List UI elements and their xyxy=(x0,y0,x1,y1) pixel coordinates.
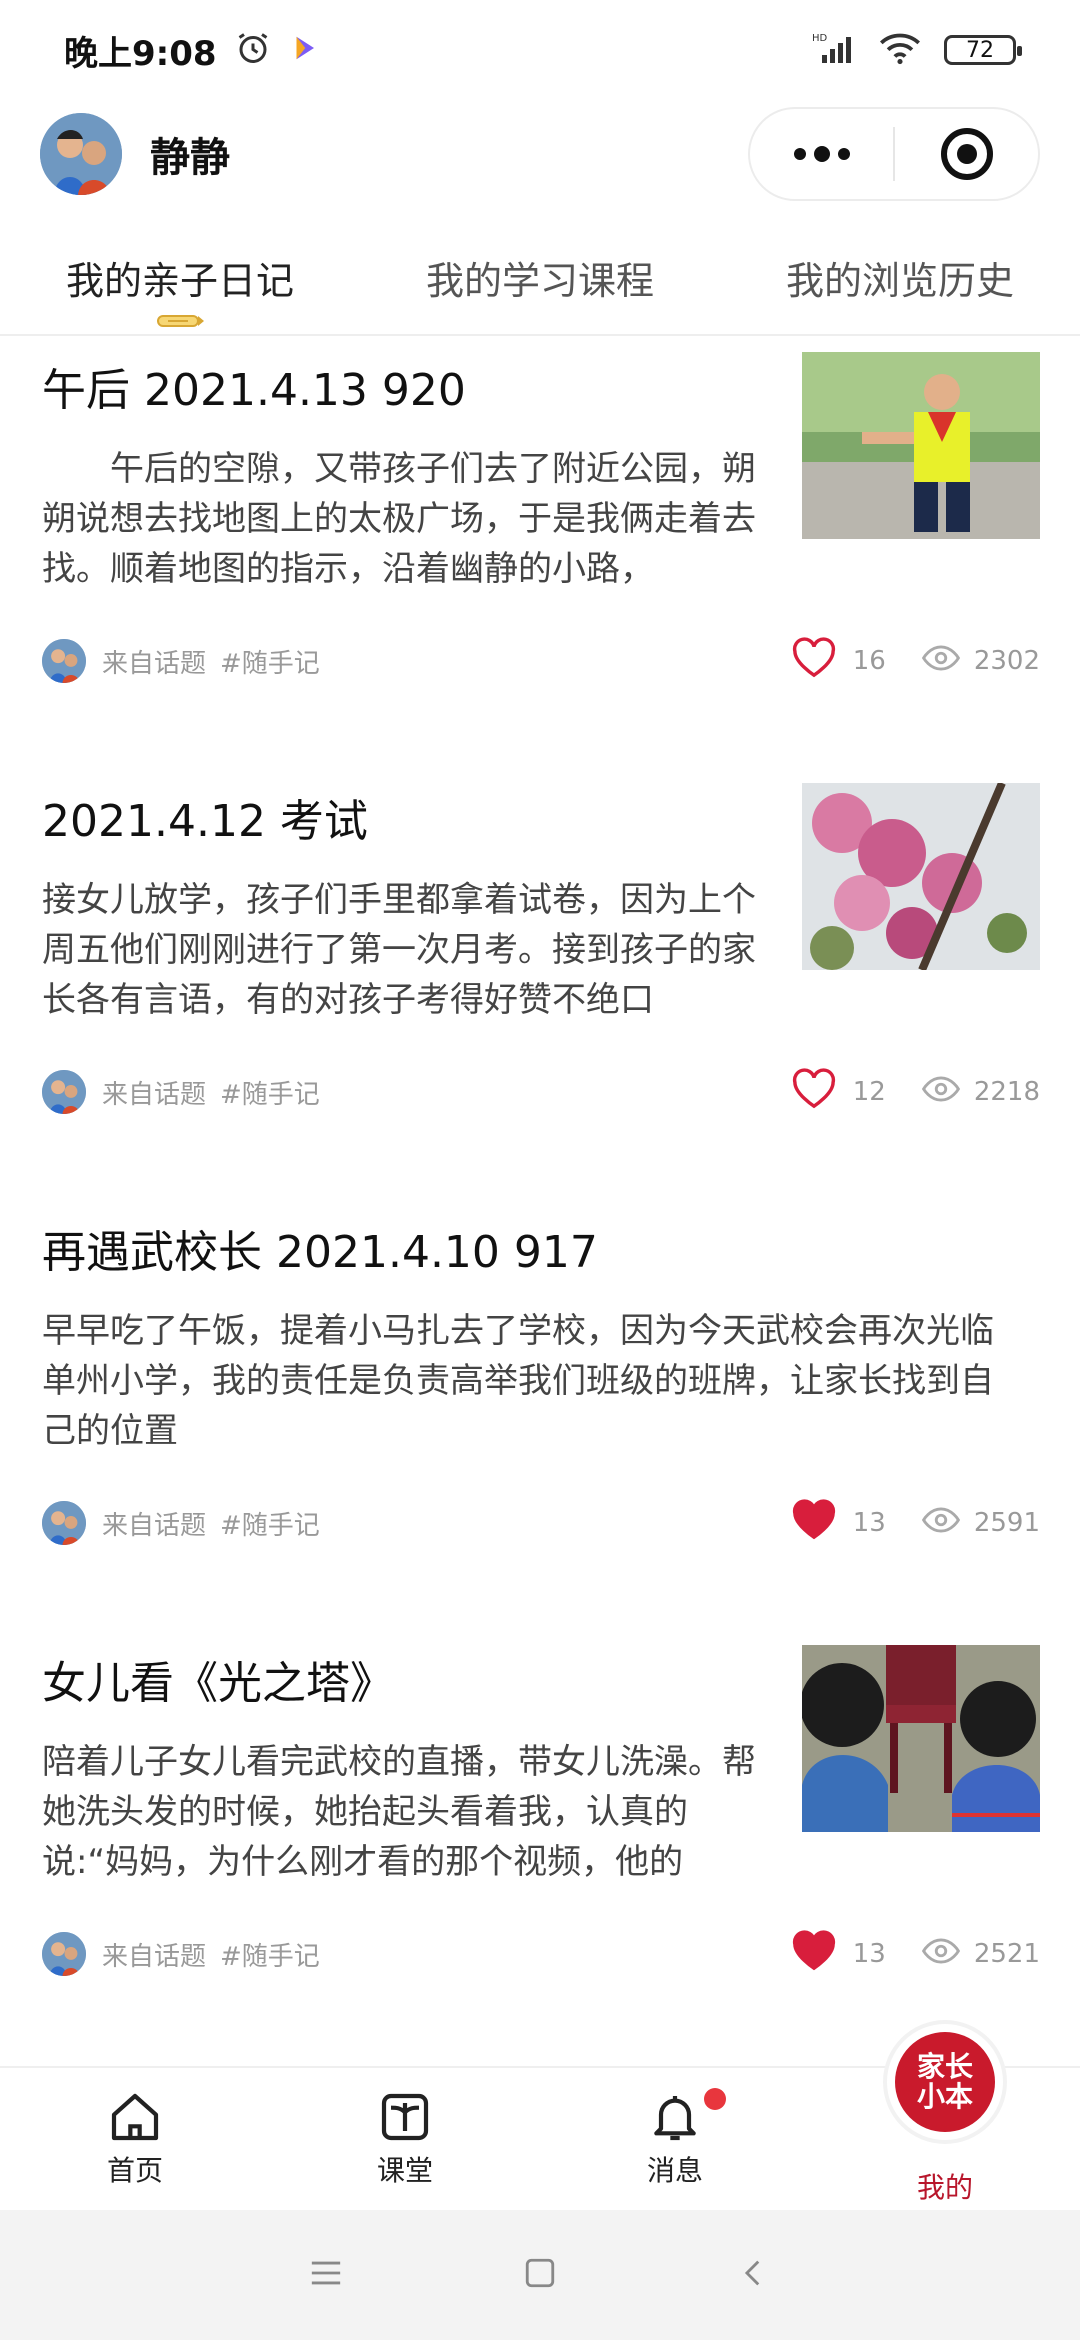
diary-feed[interactable]: 午后 2021.4.13 920 午后的空隙，又带孩子们去了附近公园，朔朔说想去… xyxy=(0,336,1080,2066)
author-avatar xyxy=(42,1932,86,1976)
post-meta: 来自话题 #随手记 13 2521 xyxy=(42,1929,1040,1979)
like-count: 12 xyxy=(852,1077,886,1107)
heart-filled-icon[interactable] xyxy=(791,1498,837,1548)
post-title[interactable]: 2021.4.12 考试 xyxy=(42,785,762,849)
mini-program-capsule xyxy=(748,107,1040,201)
close-mini-program-button[interactable] xyxy=(895,109,1038,199)
tab-browse-history[interactable]: 我的浏览历史 xyxy=(720,230,1080,334)
nav-messages[interactable]: 消息 xyxy=(540,2068,810,2210)
battery-level: 72 xyxy=(966,37,994,63)
eye-icon xyxy=(921,1075,960,1109)
nav-home[interactable]: 首页 xyxy=(0,2068,270,2210)
post-source: 来自话题 xyxy=(102,1941,207,1972)
pencil-underline-icon xyxy=(157,315,204,327)
menu-icon[interactable] xyxy=(309,2258,343,2292)
brand-logo: 家长 小本 xyxy=(887,2024,1003,2140)
view-count: 2302 xyxy=(973,646,1040,676)
like-count: 16 xyxy=(852,646,886,676)
tab-parenting-diary[interactable]: 我的亲子日记 xyxy=(0,230,360,334)
post-thumbnail[interactable] xyxy=(802,352,1040,539)
view-count: 2521 xyxy=(973,1939,1040,1969)
eye-icon xyxy=(921,1506,960,1540)
eye-icon xyxy=(921,1937,960,1971)
brand-text: 小本 xyxy=(916,2080,973,2113)
username: 静静 xyxy=(150,135,230,181)
bottom-nav: 首页 课堂 消息 家长 小本 我的 xyxy=(0,2024,1080,2210)
post-thumbnail[interactable] xyxy=(802,783,1040,970)
heart-outline-icon[interactable] xyxy=(791,636,837,686)
wifi-icon xyxy=(878,31,922,69)
battery-indicator: 72 xyxy=(944,35,1022,65)
diary-post[interactable]: 女儿看《光之塔》 陪着儿子女儿看完武校的直播，带女儿洗澡。帮她洗头发的时候，她抬… xyxy=(0,1629,1080,2060)
author-avatar xyxy=(42,1501,86,1545)
nav-label: 我的 xyxy=(916,2171,973,2204)
post-source: 来自话题 xyxy=(102,648,207,679)
author-avatar xyxy=(42,1070,86,1114)
nav-label: 课堂 xyxy=(376,2154,433,2187)
tab-label: 我的浏览历史 xyxy=(785,259,1014,303)
view-count: 2218 xyxy=(973,1077,1040,1107)
eye-icon xyxy=(921,644,960,678)
post-title[interactable]: 午后 2021.4.13 920 xyxy=(42,354,762,418)
bell-icon xyxy=(654,2096,696,2141)
avatar[interactable] xyxy=(40,113,122,195)
topic-tag[interactable]: #随手记 xyxy=(220,1074,320,1111)
like-count: 13 xyxy=(852,1508,886,1538)
heart-outline-icon[interactable] xyxy=(791,1067,837,1117)
target-close-icon xyxy=(940,128,993,180)
home-square-icon[interactable] xyxy=(523,2256,557,2294)
post-thumbnail[interactable] xyxy=(802,1645,1040,1832)
network-type: HD xyxy=(812,33,828,44)
author-avatar xyxy=(42,639,86,683)
post-excerpt: 午后的空隙，又带孩子们去了附近公园，朔朔说想去找地图上的太极广场，于是我俩走着去… xyxy=(42,449,756,589)
notification-badge xyxy=(704,2088,726,2110)
post-meta: 来自话题 #随手记 12 2218 xyxy=(42,1067,1040,1117)
system-nav-bar xyxy=(0,2210,1080,2340)
tab-label: 我的亲子日记 xyxy=(65,259,294,303)
post-meta: 来自话题 #随手记 16 2302 xyxy=(42,636,1040,686)
status-bar: 晚上9:08 HD 72 xyxy=(0,0,1080,100)
diary-post[interactable]: 2021.4.12 考试 接女儿放学，孩子们手里都拿着试卷，因为上个周五他们刚刚… xyxy=(0,767,1080,1198)
tab-learning-courses[interactable]: 我的学习课程 xyxy=(360,230,720,334)
more-dots-icon xyxy=(793,146,850,162)
post-source: 来自话题 xyxy=(102,1510,207,1541)
profile-header: 静静 xyxy=(0,100,1080,208)
nav-label: 消息 xyxy=(646,2154,703,2187)
nav-label: 首页 xyxy=(106,2154,163,2187)
diary-post[interactable]: 午后 2021.4.13 920 午后的空隙，又带孩子们去了附近公园，朔朔说想去… xyxy=(0,336,1080,767)
home-icon xyxy=(111,2093,159,2141)
diary-post[interactable]: 再遇武校长 2021.4.10 917 早早吃了午饭，提着小马扎去了学校，因为今… xyxy=(0,1198,1080,1629)
back-icon[interactable] xyxy=(737,2256,771,2294)
topic-tag[interactable]: #随手记 xyxy=(220,1505,320,1542)
post-excerpt: 早早吃了午饭，提着小马扎去了学校，因为今天武校会再次光临单州小学，我的责任是负责… xyxy=(42,1311,994,1451)
app-notification-icon xyxy=(289,33,319,67)
like-count: 13 xyxy=(852,1939,886,1969)
post-meta: 来自话题 #随手记 13 2591 xyxy=(42,1498,1040,1548)
more-button[interactable] xyxy=(750,109,893,199)
post-source: 来自话题 xyxy=(102,1079,207,1110)
signal-icon: HD xyxy=(812,31,856,69)
tab-label: 我的学习课程 xyxy=(425,259,654,303)
topic-tag[interactable]: #随手记 xyxy=(220,643,320,680)
status-time: 晚上9:08 xyxy=(64,33,217,74)
book-icon xyxy=(381,2093,429,2141)
nav-mine[interactable]: 家长 小本 我的 xyxy=(810,2024,1080,2210)
view-count: 2591 xyxy=(973,1508,1040,1538)
post-excerpt: 陪着儿子女儿看完武校的直播，带女儿洗澡。帮她洗头发的时候，她抬起头看着我，认真的… xyxy=(42,1742,756,1882)
topic-tag[interactable]: #随手记 xyxy=(220,1936,320,1973)
brand-text: 家长 xyxy=(916,2050,973,2083)
post-excerpt: 接女儿放学，孩子们手里都拿着试卷，因为上个周五他们刚刚进行了第一次月考。接到孩子… xyxy=(42,880,756,1020)
post-title[interactable]: 女儿看《光之塔》 xyxy=(42,1647,762,1711)
alarm-icon xyxy=(235,30,271,70)
post-title[interactable]: 再遇武校长 2021.4.10 917 xyxy=(42,1216,762,1280)
heart-filled-icon[interactable] xyxy=(791,1929,837,1979)
tab-bar: 我的亲子日记 我的学习课程 我的浏览历史 xyxy=(0,230,1080,336)
nav-classroom[interactable]: 课堂 xyxy=(270,2068,540,2210)
